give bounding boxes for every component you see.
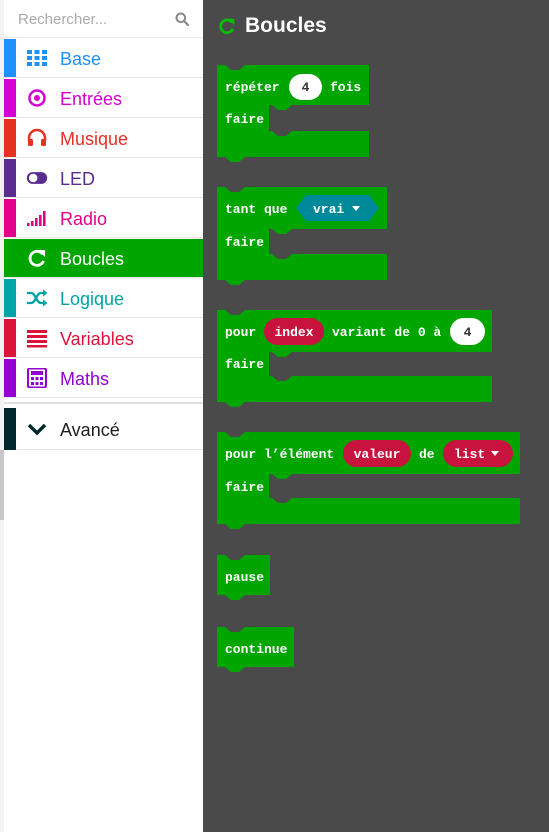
- category-color-bar: [4, 359, 16, 397]
- do-label: faire: [225, 235, 264, 250]
- search-input[interactable]: [18, 8, 168, 30]
- index-variable-name: index: [274, 325, 313, 340]
- grid-icon: [27, 50, 47, 66]
- category-color-bar: [4, 279, 16, 317]
- category-music[interactable]: Musique: [4, 119, 203, 158]
- continue-label: continue: [225, 642, 288, 657]
- toolbox-divider: [4, 402, 203, 404]
- target-icon: [28, 89, 46, 107]
- range-label: variant de 0 à: [332, 325, 441, 340]
- category-color-bar: [4, 79, 16, 117]
- category-label: Musique: [60, 129, 129, 149]
- while-block[interactable]: tant que vrai faire: [217, 187, 387, 285]
- category-variables[interactable]: Variables: [4, 319, 203, 358]
- repeat-block[interactable]: répéter 4 fois faire: [217, 65, 369, 162]
- shuffle-icon: [27, 289, 48, 307]
- repeat-unit: fois: [330, 80, 361, 95]
- category-inputs[interactable]: Entrées: [4, 79, 203, 118]
- category-led[interactable]: LED: [4, 159, 203, 198]
- category-label: LED: [60, 169, 96, 189]
- category-label: Logique: [60, 289, 125, 309]
- blocks-flyout: Boucles répéter 4 fois faire tant que vr…: [203, 0, 549, 832]
- for-each-block[interactable]: pour l’élément valeur de list faire: [217, 432, 520, 529]
- for-index-block[interactable]: pour index variant de 0 à 4 faire: [217, 310, 492, 407]
- category-color-bar: [4, 199, 16, 237]
- pause-label: pause: [225, 570, 264, 585]
- blocks-canvas: répéter 4 fois faire tant que vrai faire…: [217, 65, 520, 672]
- headphones-icon: [27, 128, 47, 146]
- list-lines-icon: [27, 330, 47, 348]
- category-color-bar: [4, 319, 16, 357]
- toggle-icon: [26, 172, 48, 184]
- category-label: Avancé: [60, 420, 120, 440]
- category-color-bar: [4, 119, 16, 157]
- refresh-icon: [28, 249, 45, 267]
- limit-value: 4: [464, 325, 472, 340]
- category-base[interactable]: Base: [4, 39, 203, 78]
- category-math[interactable]: Maths: [4, 359, 203, 398]
- repeat-count-value: 4: [302, 80, 310, 95]
- category-logic[interactable]: Logique: [4, 279, 203, 318]
- category-label: Maths: [60, 369, 110, 389]
- do-label: faire: [225, 112, 264, 127]
- signal-bars-icon: [27, 211, 46, 226]
- list-variable-name: list: [454, 447, 485, 462]
- category-label: Base: [60, 49, 102, 69]
- toolbox-sidebar: Base Entrées Musique LED: [4, 0, 203, 832]
- pause-block[interactable]: pause: [217, 555, 270, 600]
- category-color-bar: [4, 39, 16, 77]
- category-color-bar: [4, 159, 16, 197]
- category-color-bar: [4, 408, 16, 450]
- chevron-down-icon: [27, 423, 47, 436]
- category-radio[interactable]: Radio: [4, 199, 203, 238]
- search-icon[interactable]: [175, 12, 189, 26]
- category-advanced[interactable]: Avancé: [4, 408, 203, 450]
- while-label: tant que: [225, 202, 288, 217]
- category-loops[interactable]: Boucles: [4, 239, 203, 278]
- condition-value: vrai: [313, 202, 344, 217]
- repeat-label: répéter: [225, 80, 280, 95]
- do-label: faire: [225, 357, 264, 372]
- continue-block[interactable]: continue: [217, 627, 294, 672]
- category-label: Radio: [60, 209, 108, 229]
- for-label: pour: [225, 325, 256, 340]
- of-label: de: [419, 447, 435, 462]
- do-label: faire: [225, 480, 264, 495]
- search-bar: [4, 0, 203, 38]
- calculator-icon: [27, 368, 47, 388]
- category-label: Boucles: [60, 249, 125, 269]
- category-label: Variables: [60, 329, 134, 349]
- category-label: Entrées: [60, 89, 123, 109]
- for-each-label: pour l’élément: [225, 447, 334, 462]
- item-variable-name: valeur: [354, 447, 401, 462]
